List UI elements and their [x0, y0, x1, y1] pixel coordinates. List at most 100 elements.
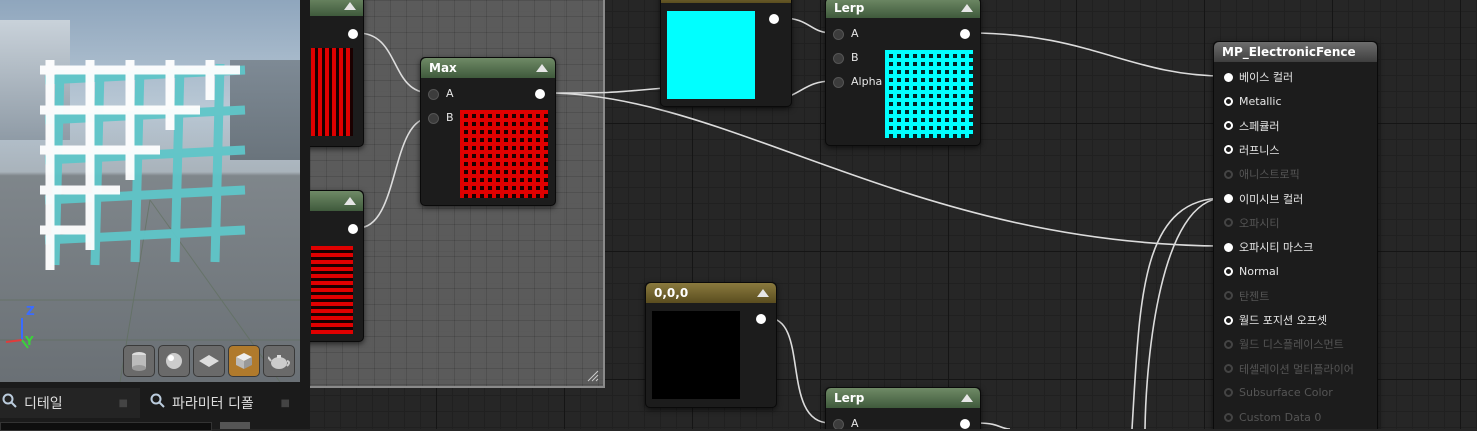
teapot-preview-icon [268, 355, 290, 369]
input-pin[interactable] [1224, 72, 1233, 82]
axis-y-label: Y [25, 334, 34, 348]
material-input-label: 월드 디스플레이스먼트 [1239, 338, 1344, 352]
material-input-row[interactable]: 월드 디스플레이스먼트 [1224, 334, 1344, 354]
close-icon[interactable]: ■ [119, 398, 128, 409]
material-input-label: 월드 포지션 오프셋 [1239, 314, 1327, 327]
texture-node-vertical[interactable] [310, 0, 364, 147]
material-input-label: 오파시티 [1239, 216, 1280, 230]
material-input-row[interactable]: 오파시티 [1224, 213, 1279, 233]
input-pin[interactable] [1224, 266, 1233, 276]
input-pin-alpha[interactable] [833, 77, 844, 88]
teapot-preview-button[interactable] [263, 345, 295, 377]
input-pin[interactable] [1224, 242, 1233, 252]
input-pin[interactable] [1224, 96, 1233, 106]
input-pin[interactable] [1224, 169, 1233, 179]
panel-splitter[interactable] [300, 0, 310, 429]
constant3-node[interactable]: 0,0,0 [645, 282, 777, 408]
material-preview-viewport[interactable]: Z Y [0, 0, 300, 382]
color-constant-node[interactable] [660, 0, 792, 107]
input-pin-a[interactable] [833, 419, 844, 429]
material-input-label: 러프니스 [1239, 143, 1280, 157]
output-pin[interactable] [348, 29, 358, 39]
material-input-row[interactable]: 테셀레이션 멀티플라이어 [1224, 359, 1354, 379]
lerp-node-bottom[interactable]: Lerp A [825, 387, 981, 429]
output-pin[interactable] [960, 29, 970, 39]
tab-details-label: 디테일 [24, 396, 63, 412]
close-icon[interactable]: ■ [281, 398, 290, 409]
cylinder-preview-button[interactable] [123, 345, 155, 377]
plane-preview-button[interactable] [193, 345, 225, 377]
collapse-arrow-icon[interactable] [536, 64, 548, 72]
output-pin[interactable] [756, 314, 766, 324]
material-input-label: 오파시티 마스크 [1239, 241, 1314, 255]
input-pin[interactable] [1224, 315, 1233, 325]
material-input-row[interactable]: 탄젠트 [1224, 286, 1269, 306]
material-input-row[interactable]: 러프니스 [1224, 140, 1279, 160]
cube-preview-button[interactable] [228, 345, 260, 377]
material-input-row[interactable]: Normal [1224, 261, 1279, 281]
pin-label-b: B [446, 111, 454, 124]
lerp-node-title: Lerp [834, 1, 865, 15]
input-pin[interactable] [1224, 339, 1233, 349]
output-pin[interactable] [769, 14, 779, 24]
search-input[interactable] [0, 422, 212, 431]
axis-z-label: Z [26, 304, 35, 318]
pin-label-a: A [446, 87, 454, 100]
input-pin-b[interactable] [428, 113, 439, 124]
output-pin[interactable] [535, 89, 545, 99]
constant3-node-title: 0,0,0 [654, 286, 689, 300]
input-pin[interactable] [1224, 218, 1233, 228]
input-pin[interactable] [1224, 121, 1233, 131]
vertical-stripes-preview [311, 48, 353, 136]
collapse-arrow-icon[interactable] [344, 197, 356, 205]
material-input-row[interactable]: 월드 포지션 오프셋 [1224, 310, 1327, 330]
pin-label-b: B [851, 51, 859, 64]
collapse-arrow-icon[interactable] [961, 4, 973, 12]
material-title: MP_ElectronicFence [1222, 45, 1356, 59]
collapse-arrow-icon[interactable] [961, 394, 973, 402]
input-pin[interactable] [1224, 145, 1233, 155]
material-input-label: 이미시브 컬러 [1239, 192, 1304, 206]
input-pin[interactable] [1224, 194, 1233, 203]
material-input-label: Subsurface Color [1239, 386, 1333, 400]
input-pin[interactable] [1224, 364, 1233, 374]
tab-details[interactable]: 디테일 ■ [0, 388, 140, 418]
material-input-label: 베이스 컬러 [1239, 71, 1294, 84]
sphere-preview-button[interactable] [158, 345, 190, 377]
horizontal-stripes-preview [311, 246, 353, 334]
material-result-node[interactable]: MP_ElectronicFence 베이스 컬러 Metallic 스페큘러러프니… [1213, 41, 1378, 429]
filter-button[interactable] [220, 422, 250, 429]
pin-label-a: A [851, 417, 859, 429]
material-input-label: Metallic [1239, 94, 1282, 108]
material-input-row[interactable]: Subsurface Color [1224, 383, 1333, 403]
material-input-row[interactable]: Metallic [1224, 91, 1282, 111]
input-pin[interactable] [1224, 291, 1233, 301]
input-pin-a[interactable] [833, 29, 844, 40]
input-pin[interactable] [1224, 388, 1233, 398]
output-pin[interactable] [348, 224, 358, 234]
input-pin-b[interactable] [833, 53, 844, 64]
material-input-row[interactable]: Custom Data 0 [1224, 407, 1321, 427]
cylinder-preview-icon [132, 352, 146, 371]
texture-node-horizontal[interactable] [310, 190, 364, 342]
output-pin[interactable] [960, 419, 970, 429]
material-input-row[interactable]: 스페큘러 [1224, 116, 1279, 136]
material-input-row[interactable]: 베이스 컬러 [1224, 67, 1293, 87]
max-node[interactable]: Max A B [420, 57, 556, 206]
material-input-row[interactable]: 애니스트로픽 [1224, 164, 1300, 184]
cyan-color-preview [667, 11, 755, 99]
tab-parameter-defaults-label: 파라미터 디폴 [172, 396, 254, 412]
pin-label-alpha: Alpha [851, 75, 883, 88]
collapse-arrow-icon[interactable] [757, 289, 769, 297]
material-input-row[interactable]: 오파시티 마스크 [1224, 237, 1313, 257]
material-input-row[interactable]: 이미시브 컬러 [1224, 189, 1303, 209]
search-icon [150, 393, 166, 413]
pin-label-a: A [851, 27, 859, 40]
input-pin[interactable] [1224, 412, 1233, 422]
lerp-node[interactable]: Lerp A B Alpha [825, 0, 981, 146]
material-input-label: Normal [1239, 264, 1279, 278]
collapse-arrow-icon[interactable] [344, 2, 356, 10]
tab-parameter-defaults[interactable]: 파라미터 디폴 ■ [146, 388, 296, 418]
material-graph-canvas[interactable]: Max A B Lerp A B Alpha 0,0,0 Lerp A MP_E… [310, 0, 1477, 429]
input-pin-a[interactable] [428, 89, 439, 100]
